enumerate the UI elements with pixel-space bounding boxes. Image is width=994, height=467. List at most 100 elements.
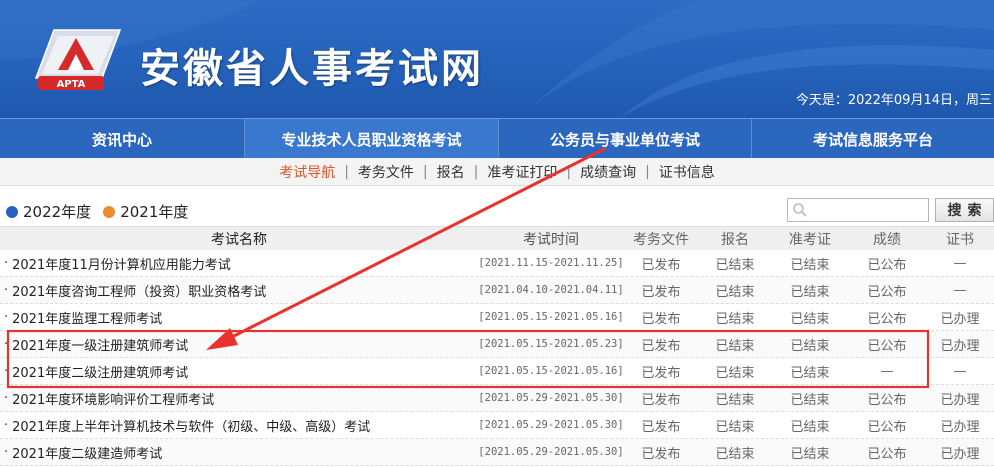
certificate-status: 已办理: [940, 419, 980, 435]
exam-time: [2021.04.10-2021.04.11]: [478, 284, 624, 296]
exam-name[interactable]: · 2021年度11月份计算机应用能力考试: [0, 250, 478, 276]
admission-status: 已结束: [790, 419, 830, 435]
search-icon: [793, 203, 807, 217]
nav-item-news[interactable]: 资讯中心: [0, 119, 245, 159]
table-row[interactable]: · 2021年度咨询工程师（投资）职业资格考试 [2021.04.10-2021.0…: [0, 277, 994, 304]
score-status: 已公布: [867, 257, 907, 273]
exam-documents-status: 已发布: [641, 338, 681, 354]
subnav-exam-guide[interactable]: 考试导航: [270, 162, 344, 182]
exam-name[interactable]: · 2021年度二级建造师考试: [0, 439, 478, 465]
exam-name-link[interactable]: 2021年度环境影响评价工程师考试: [12, 389, 214, 408]
exam-time: [2021.05.29-2021.05.30]: [478, 419, 624, 431]
subnav-exam-documents[interactable]: 考务文件: [349, 162, 423, 182]
table-row[interactable]: · 2021年度二级注册建筑师考试 [2021.05.15-2021.05.16] 已…: [0, 358, 994, 385]
nav-item-professional-exams[interactable]: 专业技术人员职业资格考试: [245, 119, 499, 159]
exam-name-link[interactable]: 2021年度监理工程师考试: [12, 308, 162, 327]
exam-name-link[interactable]: 2021年度咨询工程师（投资）职业资格考试: [12, 281, 266, 300]
blue-dot-icon: [6, 205, 18, 218]
table-row[interactable]: · 2021年度上半年计算机技术与软件（初级、中级、高级）考试 [2021.05.2…: [0, 412, 994, 439]
exam-table: 考试名称 考试时间 考务文件 报名 准考证 成绩 证书 · 2021年度11月份计…: [0, 226, 994, 466]
today-label: 今天是：: [795, 93, 848, 108]
bullet-icon: ·: [4, 390, 9, 406]
header-score: 成绩: [873, 231, 901, 248]
subnav-admission-print[interactable]: 准考证打印: [478, 162, 566, 182]
subnav-score-query[interactable]: 成绩查询: [571, 162, 645, 182]
exam-name-link[interactable]: 2021年度二级建造师考试: [12, 443, 162, 462]
orange-dot-icon: [103, 205, 116, 218]
registration-status: 已结束: [715, 338, 755, 354]
exam-documents-status: 已发布: [641, 392, 681, 408]
exam-name-link[interactable]: 2021年度11月份计算机应用能力考试: [12, 254, 231, 273]
score-status: 已公布: [867, 419, 907, 435]
certificate-status: —: [953, 363, 967, 379]
search-input[interactable]: [787, 198, 929, 222]
exam-name[interactable]: · 2021年度咨询工程师（投资）职业资格考试: [0, 277, 478, 303]
registration-status: 已结束: [715, 446, 755, 462]
exam-name[interactable]: · 2021年度上半年计算机技术与软件（初级、中级、高级）考试: [0, 412, 478, 438]
exam-time: [2021.05.15-2021.05.16]: [478, 365, 624, 377]
year-tab-2022[interactable]: 2022年度: [6, 201, 91, 222]
registration-status: 已结束: [715, 365, 755, 381]
admission-status: 已结束: [790, 284, 830, 300]
certificate-status: 已办理: [940, 311, 980, 327]
registration-status: 已结束: [715, 311, 755, 327]
site-header: APTA 安徽省人事考试网 今天是：2022年09月14日，周三: [0, 0, 994, 118]
exam-time: [2021.05.15-2021.05.23]: [478, 338, 624, 350]
subnav-certificate-info[interactable]: 证书信息: [650, 162, 724, 182]
certificate-status: 已办理: [940, 392, 980, 408]
bullet-icon: ·: [4, 363, 9, 379]
site-title: 安徽省人事考试网: [140, 46, 484, 92]
header-exam-documents: 考务文件: [633, 231, 689, 248]
exam-time: [2021.05.29-2021.05.30]: [478, 392, 624, 404]
subnav-registration[interactable]: 报名: [428, 162, 474, 182]
registration-status: 已结束: [715, 392, 755, 408]
sub-nav: 考试导航 | 考务文件 | 报名 | 准考证打印 | 成绩查询 | 证书信息: [0, 158, 994, 186]
table-row[interactable]: · 2021年度11月份计算机应用能力考试 [2021.11.15-2021.11.…: [0, 250, 994, 277]
exam-name[interactable]: · 2021年度环境影响评价工程师考试: [0, 385, 478, 411]
exam-documents-status: 已发布: [641, 257, 681, 273]
bullet-icon: ·: [4, 255, 9, 271]
today-date: 今天是：2022年09月14日，周三: [796, 89, 992, 108]
registration-status: 已结束: [715, 257, 755, 273]
certificate-status: 已办理: [940, 338, 980, 354]
table-row[interactable]: · 2021年度环境影响评价工程师考试 [2021.05.29-2021.05.30…: [0, 385, 994, 412]
search-button[interactable]: 搜索: [935, 198, 994, 222]
table-row[interactable]: · 2021年度一级注册建筑师考试 [2021.05.15-2021.05.23] 已…: [0, 331, 994, 358]
registration-status: 已结束: [715, 284, 755, 300]
admission-status: 已结束: [790, 365, 830, 381]
nav-item-civil-service-exams[interactable]: 公务员与事业单位考试: [499, 119, 752, 159]
exam-name-link[interactable]: 2021年度一级注册建筑师考试: [12, 335, 188, 354]
header-admission: 准考证: [789, 231, 831, 248]
exam-name-link[interactable]: 2021年度上半年计算机技术与软件（初级、中级、高级）考试: [12, 416, 370, 435]
header-certificate: 证书: [946, 231, 974, 248]
exam-documents-status: 已发布: [641, 419, 681, 435]
score-status: 已公布: [867, 311, 907, 327]
certificate-status: —: [953, 255, 967, 271]
exam-documents-status: 已发布: [641, 284, 681, 300]
exam-name[interactable]: · 2021年度二级注册建筑师考试: [0, 358, 478, 384]
header-exam-name: 考试名称: [211, 231, 267, 248]
bullet-icon: ·: [4, 282, 9, 298]
year-tab-2021[interactable]: 2021年度: [103, 201, 188, 222]
bullet-icon: ·: [4, 417, 9, 433]
certificate-status: —: [953, 282, 967, 298]
main-nav: 资讯中心 专业技术人员职业资格考试 公务员与事业单位考试 考试信息服务平台: [0, 118, 994, 159]
exam-time: [2021.05.15-2021.05.16]: [478, 311, 624, 323]
exam-name[interactable]: · 2021年度一级注册建筑师考试: [0, 331, 478, 357]
exam-documents-status: 已发布: [641, 311, 681, 327]
year-label: 2022年度: [23, 203, 92, 221]
exam-name[interactable]: · 2021年度监理工程师考试: [0, 304, 478, 330]
nav-item-exam-services[interactable]: 考试信息服务平台: [752, 119, 994, 159]
exam-name-link[interactable]: 2021年度二级注册建筑师考试: [12, 362, 188, 381]
bullet-icon: ·: [4, 309, 9, 325]
admission-status: 已结束: [790, 392, 830, 408]
admission-status: 已结束: [790, 338, 830, 354]
year-label: 2021年度: [120, 203, 189, 221]
admission-status: 已结束: [790, 446, 830, 462]
admission-status: 已结束: [790, 257, 830, 273]
exam-documents-status: 已发布: [641, 446, 681, 462]
table-header: 考试名称 考试时间 考务文件 报名 准考证 成绩 证书: [0, 226, 994, 250]
registration-status: 已结束: [715, 419, 755, 435]
table-row[interactable]: · 2021年度二级建造师考试 [2021.05.29-2021.05.30] 已发布…: [0, 439, 994, 466]
table-row[interactable]: · 2021年度监理工程师考试 [2021.05.15-2021.05.16] 已发布…: [0, 304, 994, 331]
